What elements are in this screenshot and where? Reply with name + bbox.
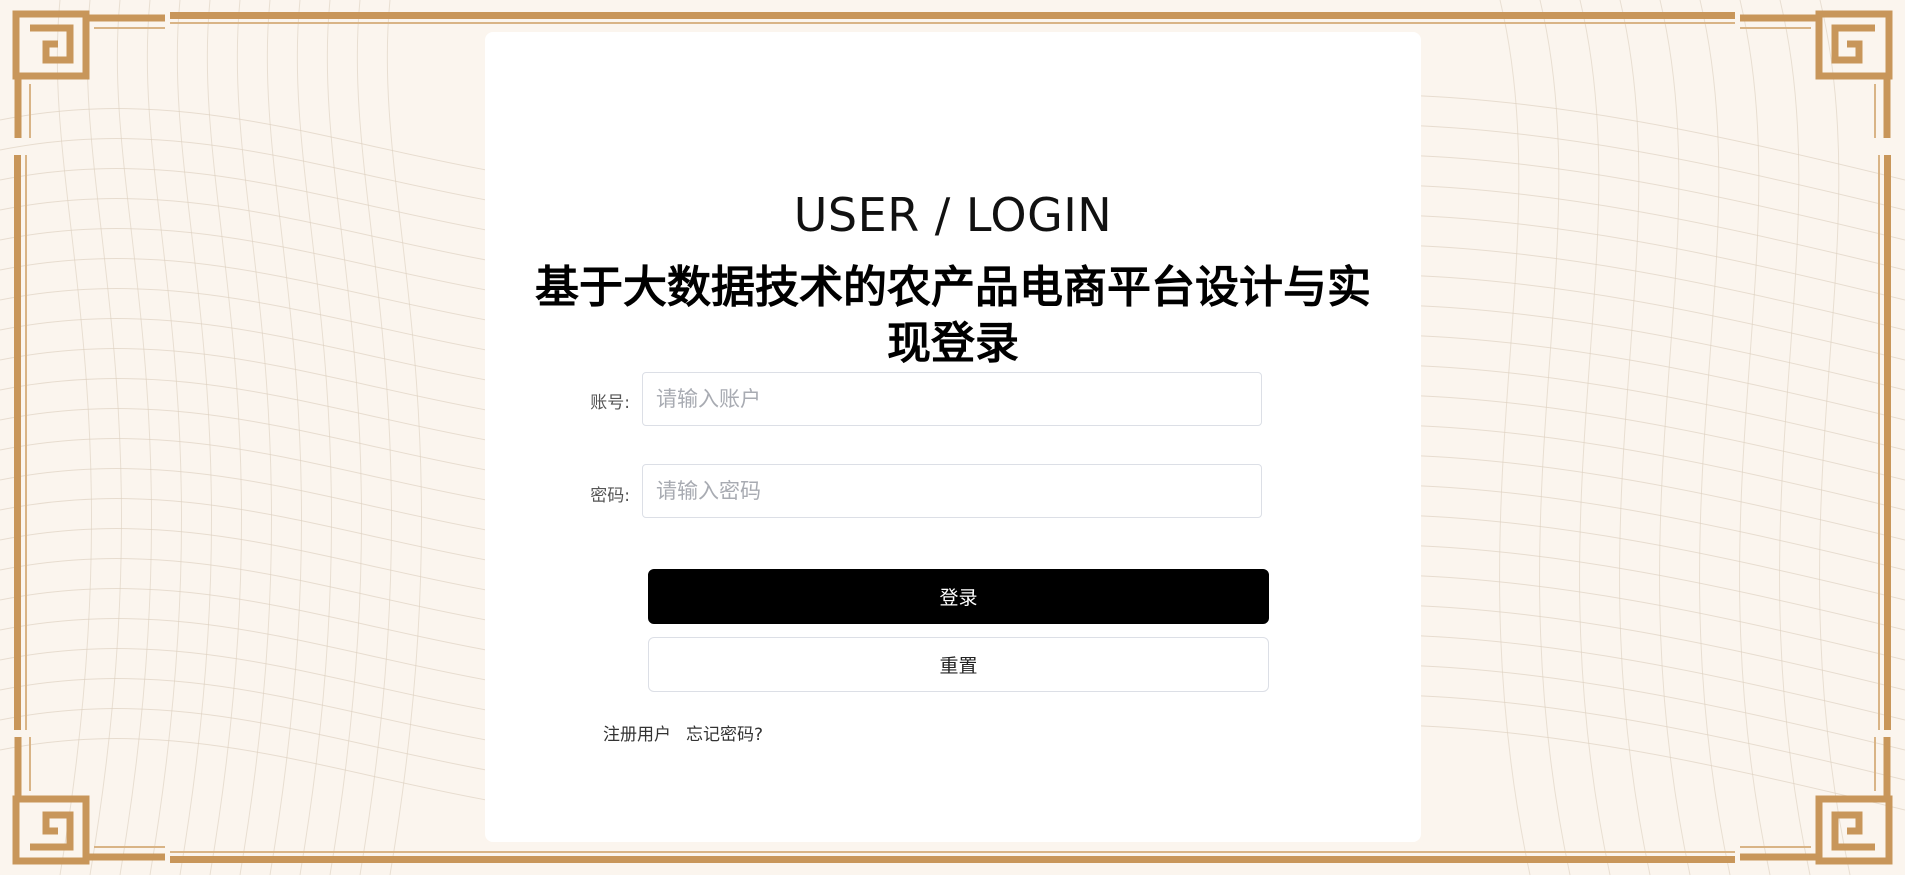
page-title: 基于大数据技术的农产品电商平台设计与实现登录	[535, 262, 1371, 369]
forgot-password-link[interactable]: 忘记密码?	[686, 720, 763, 745]
corner-ornament-bottom-right	[1740, 737, 1893, 865]
reset-button[interactable]: 重置	[648, 637, 1269, 692]
password-label: 密码:	[590, 486, 630, 506]
frame-left-inner-rail	[25, 155, 27, 730]
login-heading: USER / LOGIN	[793, 188, 1113, 242]
corner-ornament-top-right	[1740, 10, 1893, 138]
corner-ornament-bottom-left	[12, 737, 165, 865]
frame-right-inner-rail	[1878, 155, 1880, 730]
login-button[interactable]: 登录	[648, 569, 1269, 624]
login-page: USER / LOGIN 基于大数据技术的农产品电商平台设计与实现登录 账号: …	[0, 0, 1905, 875]
frame-top-rail	[170, 12, 1735, 19]
frame-bottom-inner-rail	[170, 851, 1735, 853]
frame-left-rail	[14, 155, 21, 730]
frame-top-inner-rail	[170, 22, 1735, 24]
register-link[interactable]: 注册用户	[603, 720, 671, 745]
frame-right-rail	[1884, 155, 1891, 730]
login-card: USER / LOGIN 基于大数据技术的农产品电商平台设计与实现登录 账号: …	[485, 32, 1421, 842]
corner-ornament-top-left	[12, 10, 165, 138]
account-input[interactable]	[642, 372, 1262, 426]
account-label: 账号:	[590, 393, 630, 413]
frame-bottom-rail	[170, 856, 1735, 863]
password-input[interactable]	[642, 464, 1262, 518]
